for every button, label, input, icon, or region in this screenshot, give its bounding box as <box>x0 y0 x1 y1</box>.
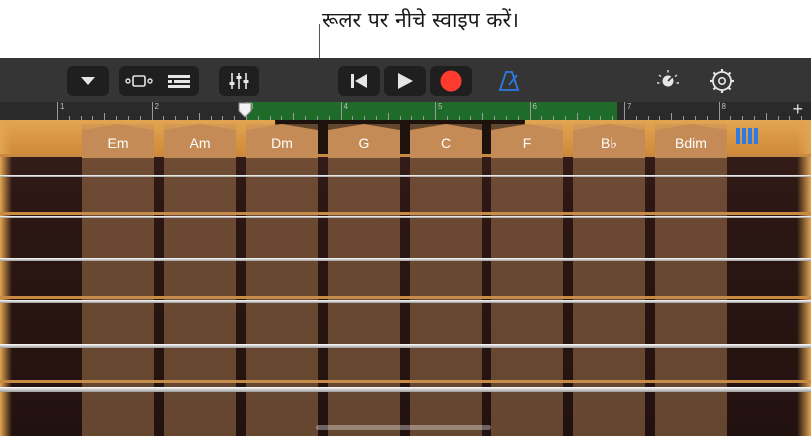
ruler-subdivision-tick <box>293 113 295 120</box>
ruler-bar-tick <box>340 102 342 120</box>
browser-icon <box>125 75 153 87</box>
ruler-bar-tick <box>151 102 153 120</box>
ruler-bar-tick <box>435 102 436 120</box>
ruler-bar-tick <box>718 102 720 120</box>
chord-strip-label[interactable]: Am <box>164 124 236 158</box>
guitar-string[interactable] <box>0 300 811 303</box>
master-volume-icon <box>657 70 679 87</box>
metronome-icon <box>498 71 520 91</box>
guitar-string[interactable] <box>0 387 811 392</box>
chord-strip-label[interactable]: G <box>328 124 400 158</box>
ruler-bar-tick <box>57 102 58 120</box>
ruler-subdivision-tick <box>765 113 767 120</box>
mixer-button[interactable] <box>219 66 259 96</box>
ruler-bar-label: 5 <box>438 102 443 111</box>
guitar-string[interactable] <box>0 216 811 218</box>
home-indicator <box>316 425 491 430</box>
ruler-subdivision-tick <box>104 113 106 120</box>
chord-strip-label[interactable]: Bdim <box>655 124 727 158</box>
ruler-bar-tick <box>624 102 625 120</box>
go-to-beginning-icon <box>351 74 367 88</box>
guitar-string[interactable] <box>0 175 811 177</box>
chord-strip-label[interactable]: Dm <box>246 124 318 158</box>
view-menu-icon <box>81 77 95 85</box>
view-menu-button[interactable] <box>67 66 109 96</box>
ruler-subdivision-tick <box>482 113 484 120</box>
ruler-bar-label: 8 <box>721 102 726 111</box>
ruler-region <box>247 102 617 120</box>
ruler-bar-label: 2 <box>154 102 159 111</box>
record-button[interactable] <box>430 66 472 96</box>
playhead-icon[interactable] <box>238 102 252 118</box>
chord-strip-label[interactable]: Em <box>82 124 154 158</box>
ruler-bar-label: 4 <box>343 102 348 111</box>
metronome-button[interactable] <box>488 66 530 96</box>
guitar-string[interactable] <box>0 258 811 261</box>
ruler-bar-label: 1 <box>60 102 65 111</box>
go-to-beginning-button[interactable] <box>338 66 380 96</box>
tracks-button[interactable] <box>159 66 199 96</box>
control-bar <box>0 58 811 102</box>
guitar-string[interactable] <box>0 344 811 348</box>
chord-strip-label[interactable]: F <box>491 124 563 158</box>
play-icon <box>398 73 413 89</box>
tracks-icon <box>168 75 190 88</box>
chord-strip-view-icon[interactable] <box>736 128 762 144</box>
ruler-subdivision-tick <box>576 113 578 120</box>
master-volume-button[interactable] <box>648 66 688 96</box>
chord-strip-label[interactable]: C <box>410 124 482 158</box>
ruler[interactable]: 12345678 + <box>0 99 811 120</box>
add-section-button[interactable]: + <box>792 99 803 120</box>
settings-button[interactable] <box>702 66 742 96</box>
mixer-icon <box>229 73 249 89</box>
record-icon <box>440 70 462 92</box>
settings-icon <box>710 69 734 93</box>
ruler-bar-label: 7 <box>627 102 632 111</box>
callout-text: रूलर पर नीचे स्वाइप करें। <box>322 8 519 32</box>
ruler-bar-label: 6 <box>532 102 537 111</box>
ruler-subdivision-tick <box>671 113 673 120</box>
ruler-subdivision-tick <box>198 113 200 120</box>
browser-button[interactable] <box>119 66 159 96</box>
play-button[interactable] <box>384 66 426 96</box>
view-buttons-group <box>119 66 199 96</box>
ruler-subdivision-tick <box>387 113 389 120</box>
ruler-bar-tick <box>529 102 531 120</box>
chord-strip-label[interactable]: B♭ <box>573 124 645 158</box>
